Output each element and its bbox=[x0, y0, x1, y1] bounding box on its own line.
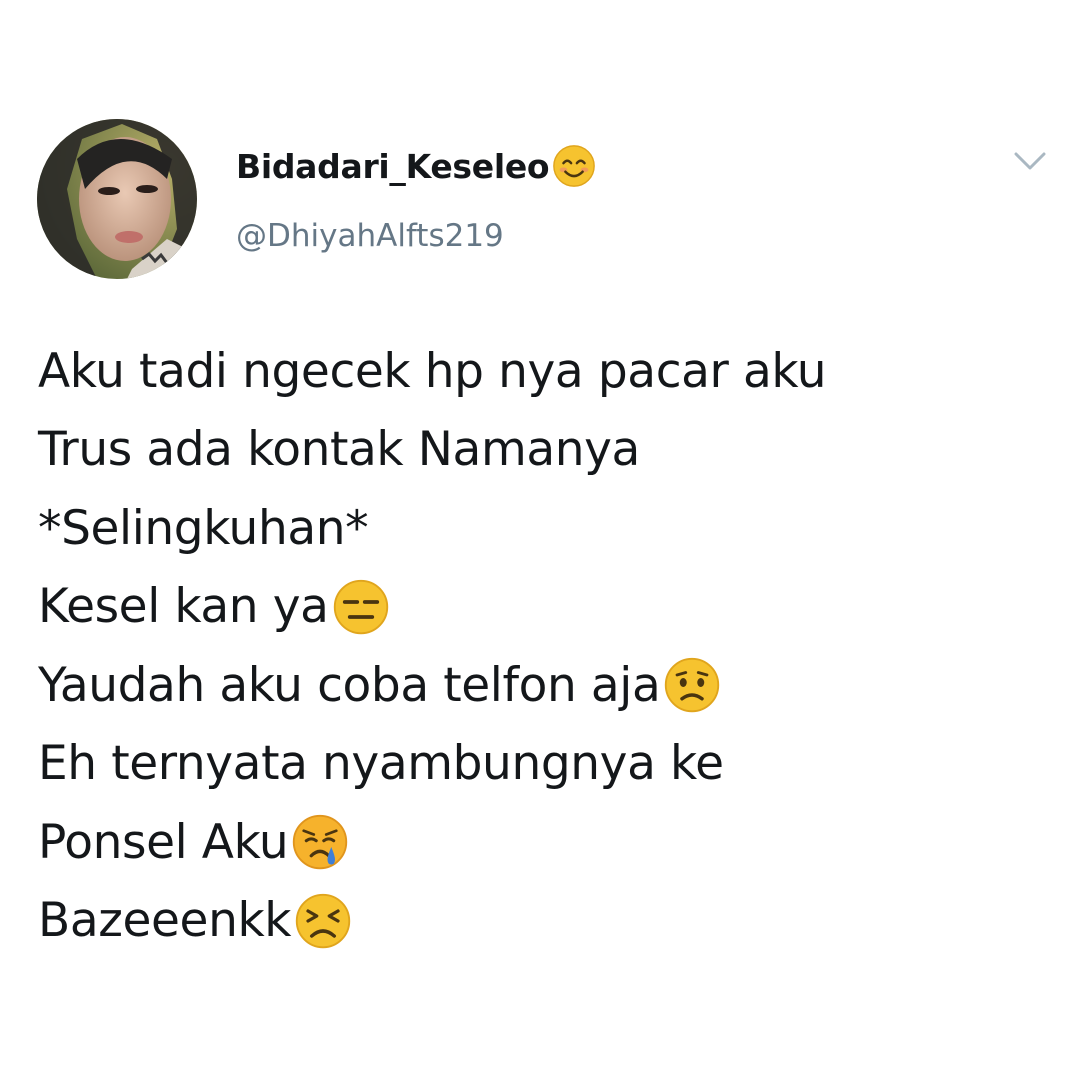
tweet-line: Yaudah aku coba telfon aja bbox=[38, 646, 1058, 725]
tweet-line-text: Kesel kan ya bbox=[38, 579, 329, 635]
tweet-line-text: *Selingkuhan* bbox=[38, 500, 369, 556]
smiling-face-icon bbox=[553, 145, 596, 187]
tweet-line: Trus ada kontak Namanya bbox=[38, 411, 1058, 490]
confused-face-icon bbox=[665, 658, 720, 713]
tweet-text: Aku tadi ngecek hp nya pacar aku Trus ad… bbox=[38, 332, 1058, 960]
tweet-line: Kesel kan ya bbox=[38, 568, 1058, 647]
chevron-down-icon[interactable] bbox=[1010, 146, 1050, 176]
tweet-line: Aku tadi ngecek hp nya pacar aku bbox=[38, 332, 1058, 411]
tweet-card: Bidadari_Keseleo @DhiyahAlfts219 Aku tad… bbox=[0, 0, 1080, 1080]
tweet-line: Ponsel Aku bbox=[38, 803, 1058, 882]
crying-face-icon bbox=[293, 815, 348, 870]
tweet-line-text: Trus ada kontak Namanya bbox=[38, 422, 640, 478]
avatar[interactable] bbox=[37, 119, 197, 279]
tweet-line: Eh ternyata nyambungnya ke bbox=[38, 725, 1058, 804]
tweet-line-text: Ponsel Aku bbox=[38, 814, 289, 870]
tweet-line-text: Aku tadi ngecek hp nya pacar aku bbox=[38, 343, 827, 399]
tweet-line: *Selingkuhan* bbox=[38, 489, 1058, 568]
author-display-name[interactable]: Bidadari_Keseleo bbox=[236, 147, 550, 186]
tweet-line-text: Yaudah aku coba telfon aja bbox=[38, 657, 661, 713]
author-handle[interactable]: @DhiyahAlfts219 bbox=[236, 218, 504, 254]
author-name-row[interactable]: Bidadari_Keseleo bbox=[236, 140, 597, 192]
tweet-line-text: Eh ternyata nyambungnya ke bbox=[38, 736, 724, 792]
tired-face-icon bbox=[295, 893, 351, 948]
expressionless-face-icon bbox=[333, 579, 388, 634]
tweet-line-text: Bazeeenkk bbox=[38, 893, 292, 949]
tweet-line: Bazeeenkk bbox=[38, 882, 1058, 961]
